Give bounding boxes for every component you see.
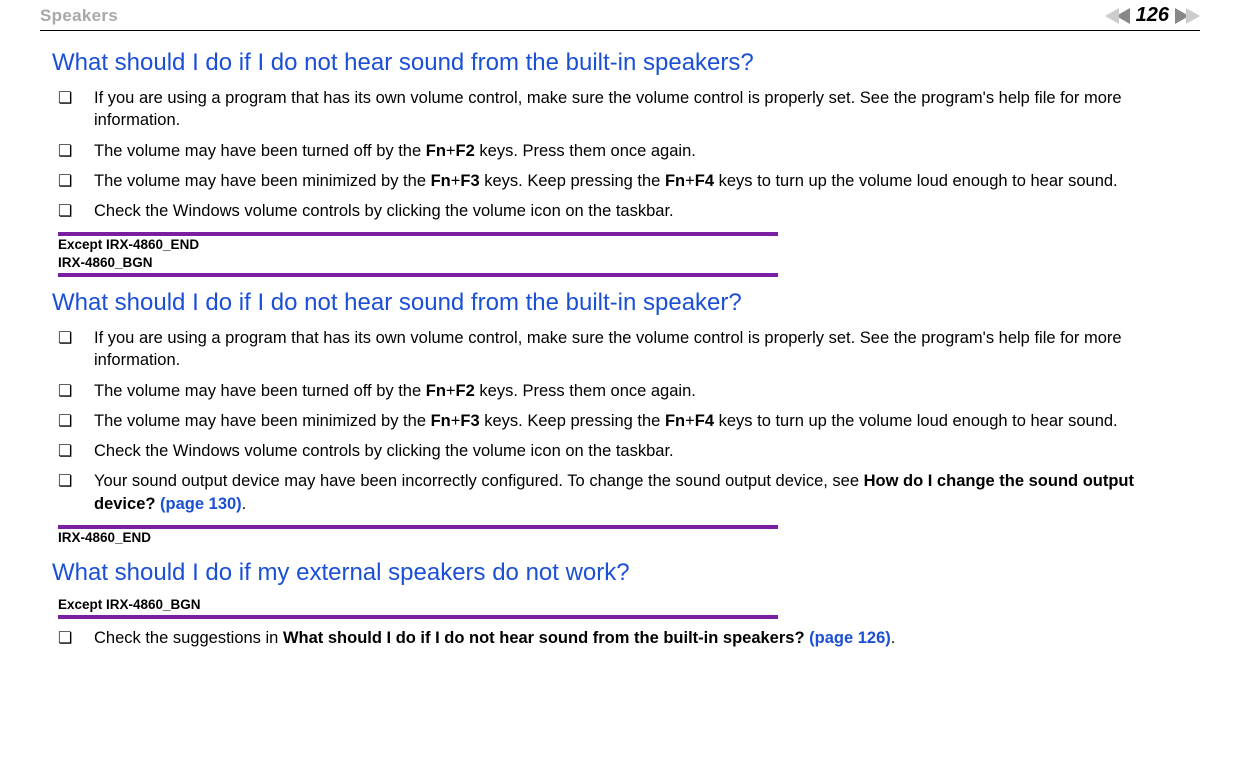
key-label: F3: [460, 412, 479, 430]
list-item: The volume may have been turned off by t…: [58, 140, 1200, 162]
condition-marker-1: Except IRX-4860_END IRX-4860_BGN: [58, 232, 778, 277]
list-text: .: [891, 629, 896, 647]
key-label: Fn: [665, 172, 685, 190]
question-heading-2: What should I do if I do not hear sound …: [52, 289, 1200, 317]
list-text: Check the Windows volume controls by cli…: [94, 442, 674, 460]
marker-label: IRX-4860_BGN: [58, 255, 778, 272]
marker-label: Except IRX-4860_BGN: [58, 597, 778, 614]
list-text: +: [685, 172, 695, 190]
key-label: F2: [456, 142, 475, 160]
bullet-list-3: Check the suggestions in What should I d…: [58, 627, 1200, 649]
list-item: If you are using a program that has its …: [58, 327, 1200, 372]
list-text: keys. Press them once again.: [475, 382, 696, 400]
document-page: Speakers 126 What should I do if I do no…: [0, 0, 1240, 677]
list-text: +: [451, 412, 461, 430]
marker-bar: [58, 615, 778, 619]
list-text: keys. Press them once again.: [475, 142, 696, 160]
key-label: F4: [695, 412, 714, 430]
header-divider: [40, 30, 1200, 31]
list-text: +: [451, 172, 461, 190]
list-item: The volume may have been minimized by th…: [58, 410, 1200, 432]
question-heading-1: What should I do if I do not hear sound …: [52, 49, 1200, 77]
question-heading-3: What should I do if my external speakers…: [52, 559, 1200, 587]
page-header: Speakers 126: [40, 0, 1200, 27]
list-item: Check the suggestions in What should I d…: [58, 627, 1200, 649]
nav-first-icon: [1105, 8, 1119, 24]
bullet-list-1: If you are using a program that has its …: [58, 87, 1200, 222]
cross-ref-title: What should I do if I do not hear sound …: [283, 629, 809, 647]
condition-marker-3: Except IRX-4860_BGN: [58, 597, 778, 619]
marker-bar: [58, 232, 778, 236]
list-text: The volume may have been turned off by t…: [94, 382, 426, 400]
list-item: The volume may have been turned off by t…: [58, 380, 1200, 402]
list-text: +: [446, 382, 456, 400]
list-item: Check the Windows volume controls by cli…: [58, 440, 1200, 462]
marker-bar: [58, 525, 778, 529]
key-label: Fn: [431, 412, 451, 430]
list-text: Your sound output device may have been i…: [94, 472, 864, 490]
key-label: F2: [456, 382, 475, 400]
list-text: +: [446, 142, 456, 160]
marker-bar: [58, 273, 778, 277]
key-label: Fn: [431, 172, 451, 190]
key-label: Fn: [665, 412, 685, 430]
list-text: keys to turn up the volume loud enough t…: [714, 172, 1118, 190]
nav-prev-buttons[interactable]: [1105, 8, 1130, 24]
nav-last-icon: [1186, 8, 1200, 24]
list-text: +: [685, 412, 695, 430]
list-text: Check the suggestions in: [94, 629, 283, 647]
list-text: Check the Windows volume controls by cli…: [94, 202, 674, 220]
bullet-list-2: If you are using a program that has its …: [58, 327, 1200, 515]
list-text: The volume may have been turned off by t…: [94, 142, 426, 160]
key-label: F4: [695, 172, 714, 190]
list-text: If you are using a program that has its …: [94, 89, 1122, 129]
key-label: Fn: [426, 382, 446, 400]
list-text: The volume may have been minimized by th…: [94, 412, 431, 430]
list-text: keys to turn up the volume loud enough t…: [714, 412, 1118, 430]
page-link[interactable]: (page 126): [809, 629, 891, 647]
list-item: If you are using a program that has its …: [58, 87, 1200, 132]
list-text: .: [242, 495, 247, 513]
list-item: Check the Windows volume controls by cli…: [58, 200, 1200, 222]
page-nav: 126: [1105, 4, 1200, 27]
condition-marker-2: IRX-4860_END: [58, 525, 778, 547]
list-item: The volume may have been minimized by th…: [58, 170, 1200, 192]
page-link[interactable]: (page 130): [160, 495, 242, 513]
list-text: keys. Keep pressing the: [480, 172, 665, 190]
list-text: The volume may have been minimized by th…: [94, 172, 431, 190]
marker-label: Except IRX-4860_END: [58, 237, 778, 254]
marker-label: IRX-4860_END: [58, 530, 778, 547]
list-text: If you are using a program that has its …: [94, 329, 1122, 369]
section-title: Speakers: [40, 6, 118, 26]
list-item: Your sound output device may have been i…: [58, 470, 1200, 515]
nav-next-buttons[interactable]: [1175, 8, 1200, 24]
page-number: 126: [1136, 4, 1169, 27]
key-label: F3: [460, 172, 479, 190]
list-text: keys. Keep pressing the: [480, 412, 665, 430]
key-label: Fn: [426, 142, 446, 160]
